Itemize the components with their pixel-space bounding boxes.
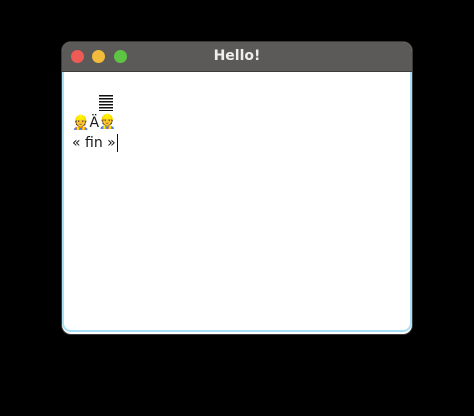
app-window: Hello! 👷 👷Ä « fin » xyxy=(62,42,412,334)
title-bar[interactable]: Hello! xyxy=(62,42,412,72)
editor-line-3: 👷Ä xyxy=(72,114,99,132)
construction-worker-emoji: 👷 xyxy=(98,114,117,130)
text-caret xyxy=(116,134,118,152)
text-editor-area[interactable]: 👷 👷Ä « fin » xyxy=(62,72,412,332)
editor-line-4-text: « fin » xyxy=(72,135,116,151)
window-title: Hello! xyxy=(213,48,261,64)
editor-line-3-text: Ä xyxy=(89,115,100,131)
construction-worker-emoji: 👷 xyxy=(72,115,90,131)
editor-line-4: « fin » xyxy=(72,134,118,152)
